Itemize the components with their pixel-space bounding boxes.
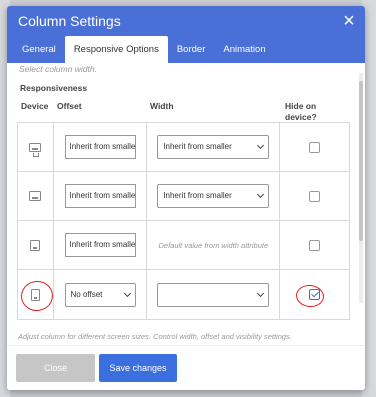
hide-checkbox-desktop[interactable] [309,141,321,153]
section-title: Responsiveness [20,83,88,93]
hide-cell [280,123,349,171]
desktop-icon [29,142,42,157]
offset-select-phone[interactable]: No offset [64,282,136,307]
hide-checkbox-tablet[interactable] [309,239,321,251]
offset-select-tablet[interactable]: Inherit from smaller [64,233,136,257]
device-cell [18,123,54,171]
select-hint: Select column width. [19,64,97,74]
tab-border[interactable]: Border [168,36,215,63]
close-button[interactable]: Close [16,354,95,382]
close-icon[interactable]: × [339,11,359,32]
table-row: Inherit from smaller Inherit from smalle… [18,123,349,172]
offset-cell: Inherit from smaller [54,221,148,269]
tab-animation[interactable]: Animation [214,36,274,63]
column-settings-modal: Column Settings × General Responsive Opt… [7,6,365,390]
chevron-down-icon [257,141,265,150]
tablet-icon [30,239,41,251]
chevron-down-icon [123,289,131,297]
save-changes-button[interactable]: Save changes [99,354,177,382]
modal-body: Select column width. Responsiveness Devi… [7,63,365,345]
offset-cell: Inherit from smaller [54,123,148,171]
hide-checkbox-laptop[interactable] [309,190,321,202]
width-select-phone[interactable] [157,282,270,307]
scrollbar[interactable] [359,73,363,303]
offset-cell: Inherit from smaller [54,172,148,220]
footer-hint: Adjust column for different screen sizes… [18,332,292,341]
modal-header: Column Settings × General Responsive Opt… [7,6,365,63]
chevron-down-icon [257,190,265,199]
width-select-value: Inherit from smaller [163,142,232,151]
column-header-width: Width [150,101,174,111]
device-cell [18,172,54,220]
column-header-device: Device [21,101,49,111]
chevron-down-icon [257,289,265,297]
column-header-hide: Hide on device? [285,101,317,122]
column-header-offset: Offset [57,101,82,111]
table-row: Inherit from smaller Default value from … [18,221,349,270]
width-select-desktop[interactable]: Inherit from smaller [157,135,270,159]
scrollbar-thumb[interactable] [359,81,363,241]
offset-select-laptop[interactable]: Inherit from smaller [64,184,136,208]
device-cell [18,221,54,269]
offset-cell: No offset [54,270,148,319]
width-cell: Default value from width attribute [147,221,281,269]
laptop-icon [29,191,42,201]
modal-title: Column Settings [18,13,121,29]
offset-select-desktop[interactable]: Inherit from smaller [64,135,136,159]
offset-select-value: No offset [70,289,103,299]
width-cell: Inherit from smaller [147,123,281,171]
width-cell: Inherit from smaller [147,172,281,220]
hide-cell [280,172,349,220]
width-default-note: Default value from width attribute [158,240,269,250]
width-select-laptop[interactable]: Inherit from smaller [157,184,270,208]
modal-footer: Close Save changes [7,345,365,390]
tab-general[interactable]: General [13,36,65,63]
width-select-value: Inherit from smaller [163,191,232,200]
hide-cell [280,221,349,269]
table-row: Inherit from smaller Inherit from smalle… [18,172,349,221]
tab-bar: General Responsive Options Border Animat… [13,36,275,63]
width-cell [147,270,281,319]
tab-responsive-options[interactable]: Responsive Options [64,36,168,63]
